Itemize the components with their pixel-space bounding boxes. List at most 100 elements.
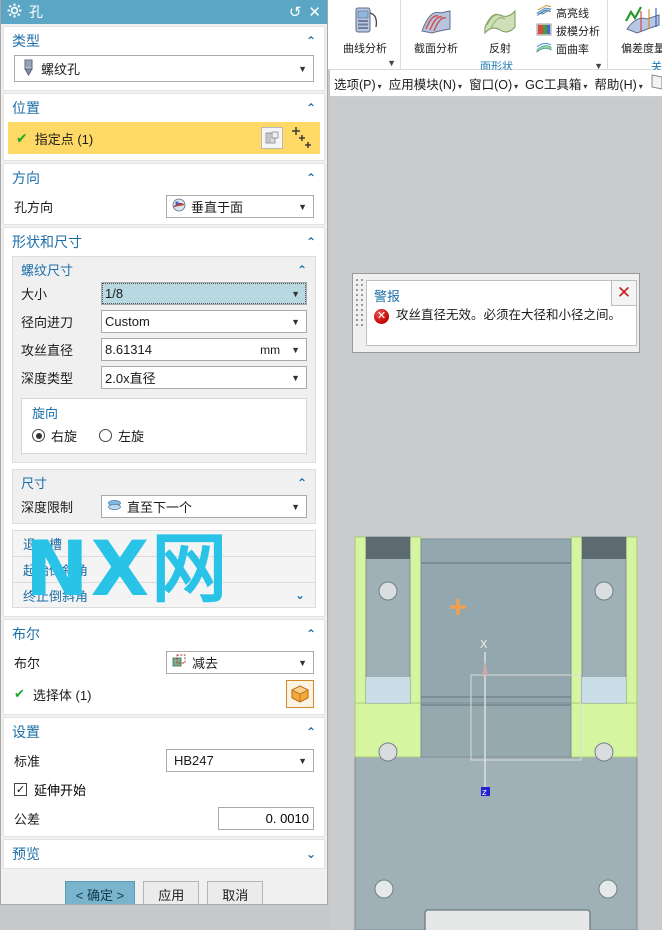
- tap-diameter-field[interactable]: 8.61314 mm ▼: [101, 338, 307, 361]
- depth-limit-combo[interactable]: 直至下一个 ▼: [101, 495, 307, 518]
- normal-to-face-icon: [170, 198, 186, 215]
- face-curvature-button[interactable]: 面曲率: [533, 40, 603, 58]
- chevron-down-icon[interactable]: ▼: [291, 289, 303, 299]
- subsection-end-chamfer[interactable]: 终止倒斜角 ⌄: [12, 582, 316, 608]
- ribbon-group-relations: 偏差度量 曲: [608, 0, 662, 73]
- hole-type-value: 螺纹孔: [41, 62, 81, 77]
- section-title-position: 位置: [12, 100, 40, 116]
- chevron-up-icon[interactable]: ⌃: [306, 627, 316, 641]
- chevron-down-icon[interactable]: ▼: [291, 345, 303, 355]
- section-analysis-button[interactable]: 截面分析: [405, 3, 467, 56]
- chevron-down-icon[interactable]: ▼: [298, 64, 310, 74]
- select-body-button[interactable]: [286, 680, 314, 708]
- warning-title: 警报: [374, 289, 401, 304]
- menu-item-help[interactable]: 帮助(H) ▾: [592, 72, 644, 95]
- chevron-up-icon[interactable]: ⌃: [306, 34, 316, 48]
- section-title-preview: 预览: [12, 846, 40, 862]
- depth-type-combo[interactable]: 2.0x直径 ▼: [101, 366, 307, 389]
- section-header-position[interactable]: 位置 ⌃: [4, 94, 324, 122]
- boolean-combo[interactable]: 减去 ▼: [166, 651, 314, 674]
- subsection-header-thread-size[interactable]: 螺纹尺寸 ⌃: [13, 257, 315, 282]
- warning-drag-grip[interactable]: [353, 274, 366, 352]
- ribbon-group-curve-analysis: 曲线分析 ▼: [330, 0, 401, 70]
- radio-right-hand[interactable]: 右旋: [32, 426, 77, 445]
- chevron-up-icon[interactable]: ⌃: [297, 263, 307, 277]
- section-header-type[interactable]: 类型 ⌃: [4, 27, 324, 55]
- size-combo[interactable]: 1/8 ▼: [101, 282, 307, 305]
- standard-combo[interactable]: HB247 ▼: [166, 749, 314, 772]
- menu-item-window[interactable]: 窗口(O) ▾: [467, 72, 520, 95]
- cancel-button[interactable]: 取消: [207, 881, 264, 904]
- radio-left-label: 左旋: [118, 429, 145, 444]
- extend-start-row[interactable]: ✓ 延伸开始: [4, 778, 324, 804]
- highlight-line-button[interactable]: 高亮线: [533, 4, 603, 22]
- reset-icon[interactable]: ↺: [289, 5, 302, 20]
- menu-bar[interactable]: 选项(P) ▾ 应用模块(N) ▾ 窗口(O) ▾ GC工具箱 ▾ 帮助(H) ▾: [330, 70, 662, 97]
- dialog-title: 孔: [29, 4, 43, 20]
- deviation-gauge-button[interactable]: 偏差度量: [612, 3, 662, 56]
- section-header-settings[interactable]: 设置 ⌃: [4, 718, 324, 746]
- radial-engagement-value: Custom: [105, 314, 150, 329]
- curve-analysis-button[interactable]: 曲线分析: [334, 3, 396, 56]
- tolerance-input[interactable]: 0. 0010: [218, 807, 314, 830]
- chevron-down-icon[interactable]: ⌄: [306, 847, 316, 861]
- chevron-down-icon[interactable]: ⌄: [295, 588, 305, 602]
- subtract-icon: [170, 654, 187, 671]
- chevron-up-icon[interactable]: ⌃: [297, 476, 307, 490]
- section-form-and-size: 形状和尺寸 ⌃ 螺纹尺寸 ⌃ 大小 1/8 ▼ 径向进刀 Custom ▼ 攻丝…: [3, 227, 325, 617]
- radio-left-hand[interactable]: 左旋: [99, 426, 144, 445]
- ribbon-group-expander-1[interactable]: ▼: [594, 61, 603, 71]
- sheet-icon[interactable]: [648, 72, 662, 95]
- section-header-boolean[interactable]: 布尔 ⌃: [4, 620, 324, 648]
- subsection-dimension: 尺寸 ⌃ 深度限制 直至下一个 ▼: [12, 469, 316, 524]
- hole-dialog[interactable]: 孔 ↺ ✕ 类型 ⌃ 螺纹孔 ▼ 位置 ⌃ ✔ 指定点 (1) 方向 ⌃ 孔方向…: [0, 0, 328, 905]
- chevron-up-icon[interactable]: ⌃: [306, 101, 316, 115]
- chevron-down-icon[interactable]: ▼: [291, 373, 303, 383]
- chevron-up-icon[interactable]: ⌃: [306, 171, 316, 185]
- checkbox-extend-start[interactable]: ✓: [14, 783, 27, 796]
- hole-type-combo[interactable]: 螺纹孔 ▼: [14, 55, 314, 82]
- section-analysis-icon: [418, 3, 454, 40]
- start-chamfer-label: 起始倒斜角: [23, 563, 89, 578]
- sketch-section-button[interactable]: [258, 122, 286, 154]
- graphics-viewport[interactable]: X z: [330, 97, 662, 930]
- draft-analysis-button[interactable]: 拔模分析: [533, 22, 603, 40]
- radial-engagement-combo[interactable]: Custom ▼: [101, 310, 307, 333]
- end-chamfer-label: 终止倒斜角: [23, 588, 89, 604]
- menu-item-gc-toolbox[interactable]: GC工具箱 ▾: [523, 72, 589, 95]
- warning-popup[interactable]: 警报 ✕ 攻丝直径无效。必须在大径和小径之间。 ✕: [352, 273, 640, 353]
- menu-item-application[interactable]: 应用模块(N) ▾: [387, 72, 464, 95]
- depth-limit-label: 深度限制: [21, 500, 74, 515]
- warning-close-button[interactable]: ✕: [611, 280, 637, 306]
- menu-item-options[interactable]: 选项(P) ▾: [332, 72, 384, 95]
- section-header-preview[interactable]: 预览 ⌄: [4, 840, 324, 868]
- chevron-down-icon[interactable]: ▼: [298, 202, 310, 212]
- subsection-start-chamfer[interactable]: 起始倒斜角: [12, 556, 316, 582]
- subsection-relief-groove[interactable]: 退刀槽: [12, 530, 316, 556]
- section-header-form-and-size[interactable]: 形状和尺寸 ⌃: [4, 228, 324, 256]
- section-type: 类型 ⌃ 螺纹孔 ▼: [3, 26, 325, 91]
- add-point-button[interactable]: [286, 122, 320, 154]
- hole-direction-combo[interactable]: 垂直于面 ▼: [166, 195, 314, 218]
- chevron-down-icon[interactable]: ▼: [298, 756, 310, 766]
- subsection-header-dimension[interactable]: 尺寸 ⌃: [13, 470, 315, 495]
- close-icon[interactable]: ✕: [308, 5, 321, 20]
- draft-analysis-icon: [536, 22, 552, 40]
- dialog-title-bar[interactable]: 孔 ↺ ✕: [1, 0, 327, 24]
- draft-analysis-label: 拔模分析: [556, 26, 600, 38]
- radial-engagement-label: 径向进刀: [21, 315, 74, 330]
- reflection-button[interactable]: 反射: [469, 3, 531, 56]
- ok-button[interactable]: < 确定 >: [64, 881, 136, 904]
- apply-button[interactable]: 应用: [143, 881, 200, 904]
- chevron-up-icon[interactable]: ⌃: [306, 235, 316, 249]
- model-base-plate: [354, 756, 638, 930]
- chevron-down-icon[interactable]: ▼: [298, 658, 310, 668]
- chevron-down-icon[interactable]: ▼: [291, 317, 303, 327]
- ribbon-group-expander-0[interactable]: ▼: [387, 58, 396, 68]
- specify-point-row[interactable]: ✔ 指定点 (1): [8, 122, 320, 154]
- chevron-down-icon[interactable]: ▼: [291, 502, 303, 512]
- section-header-direction[interactable]: 方向 ⌃: [4, 164, 324, 192]
- chevron-up-icon[interactable]: ⌃: [306, 725, 316, 739]
- 3d-model-view[interactable]: X z: [330, 97, 662, 930]
- rotation-label: 旋向: [32, 406, 59, 421]
